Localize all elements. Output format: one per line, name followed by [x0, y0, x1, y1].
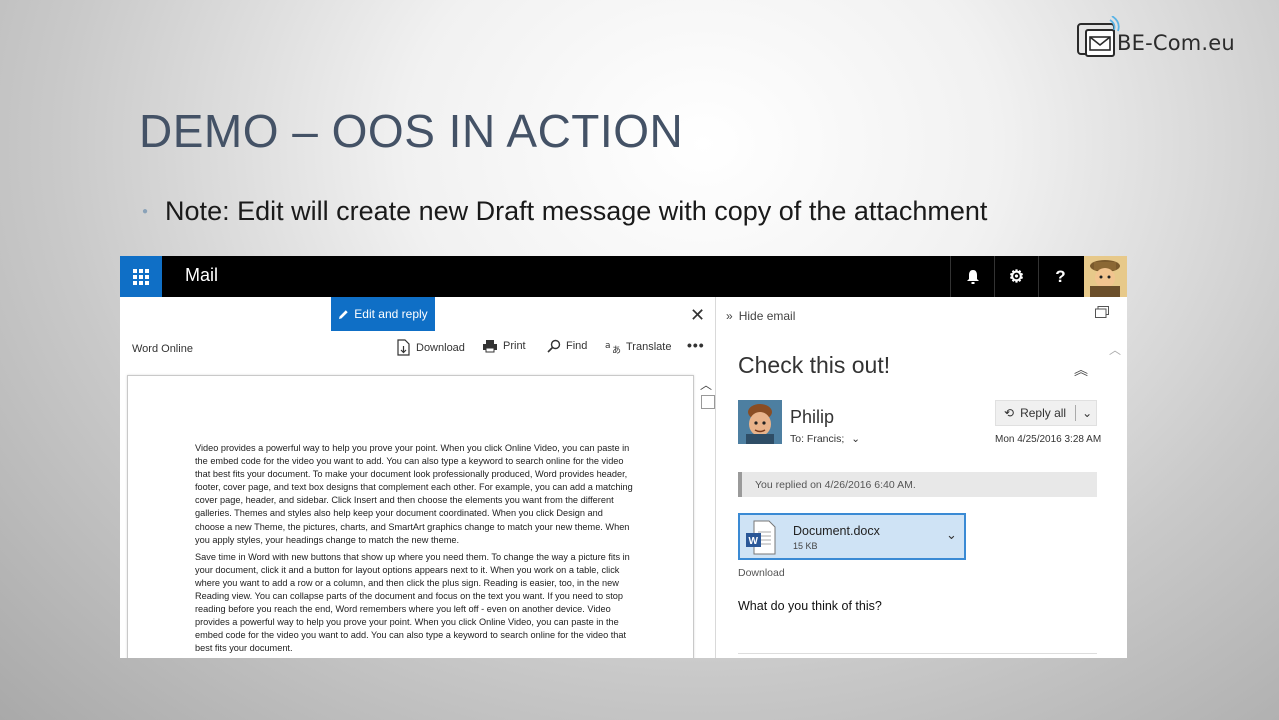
app-launcher-button[interactable] [120, 256, 162, 297]
popout-icon[interactable] [1095, 306, 1109, 318]
word-document-icon: W [746, 520, 776, 555]
attachment-name: Document.docx [793, 524, 880, 538]
email-body: What do you think of this? [738, 599, 882, 613]
reply-all-icon: ⟲ [1004, 406, 1015, 420]
brand-logo-text: BE-Com.eu [1117, 31, 1235, 55]
close-preview-button[interactable]: ✕ [690, 305, 705, 326]
email-subject: Check this out! [738, 352, 891, 378]
replied-notice: You replied on 4/26/2016 6:40 AM. [738, 472, 1097, 497]
recipients-line[interactable]: To: Francis; ⌄ [790, 433, 860, 445]
hide-email-label: Hide email [738, 309, 796, 323]
download-label: Download [416, 341, 465, 354]
find-label: Find [566, 340, 588, 352]
sender-avatar-icon [738, 400, 782, 444]
email-date: Mon 4/25/2016 3:28 AM [995, 434, 1102, 445]
settings-button[interactable]: ⚙ [994, 256, 1038, 297]
sender-name: Philip [790, 407, 835, 427]
document-text: Video provides a powerful way to help yo… [195, 442, 635, 658]
detective-avatar-icon [1084, 256, 1127, 297]
svg-text:W: W [749, 536, 759, 547]
attachment-card[interactable]: W Document.docx 15 KB ⌄ [738, 513, 966, 560]
edit-and-reply-label: Edit and reply [354, 307, 428, 321]
email-reading-pane: » Hide email ︿ Check this out! ︽ Philip … [717, 297, 1127, 658]
document-paragraph-2: Save time in Word with new buttons that … [195, 551, 630, 654]
print-button[interactable]: Print [482, 339, 526, 353]
translate-button[interactable]: a あ Translate [605, 339, 672, 355]
reply-all-label: Reply all [1020, 406, 1067, 420]
double-chevron-up-icon[interactable]: ︽ [1074, 360, 1088, 380]
help-button[interactable]: ? [1038, 256, 1082, 297]
svg-text:a: a [605, 341, 611, 351]
pencil-icon [339, 309, 348, 319]
chevron-up-icon[interactable]: ︿ [1109, 341, 1121, 358]
printer-icon [483, 340, 497, 353]
waffle-icon [133, 268, 149, 285]
scrollbar-thumb[interactable] [701, 395, 715, 409]
chevron-down-icon: ⌄ [851, 433, 860, 445]
recipients-text: To: Francis; [790, 433, 845, 445]
chevron-up-icon[interactable]: ︿ [700, 376, 712, 393]
notifications-button[interactable] [950, 256, 994, 297]
document-preview-pane: Edit and reply ✕ Word Online Download Pr… [120, 297, 716, 658]
slide-bullet-text: Note: Edit will create new Draft message… [165, 196, 988, 226]
reply-all-button[interactable]: ⟲ Reply all ⌄ [995, 400, 1097, 426]
bullet-dot-icon: ● [142, 206, 149, 217]
user-avatar[interactable] [1084, 256, 1127, 297]
word-online-label: Word Online [132, 343, 193, 355]
chevron-down-icon[interactable]: ⌄ [1082, 406, 1092, 420]
find-button[interactable]: Find [547, 339, 587, 353]
app-name: Mail [185, 265, 219, 285]
translate-label: Translate [626, 340, 672, 353]
edit-and-reply-button[interactable]: Edit and reply [331, 297, 435, 331]
attachment-size: 15 KB [793, 541, 818, 551]
reply-divider [1075, 405, 1077, 421]
search-icon [547, 339, 561, 353]
print-label: Print [503, 340, 526, 352]
attachment-download-link[interactable]: Download [738, 567, 785, 579]
outlook-window: Mail ⚙ ? Edit and reply ✕ Word Online Do… [120, 256, 1127, 658]
document-paragraph-1: Video provides a powerful way to help yo… [195, 443, 633, 545]
slide-bullet: ● Note: Edit will create new Draft messa… [142, 196, 987, 227]
bell-icon [966, 269, 979, 284]
slide-title: DEMO – OOS IN ACTION [139, 105, 684, 157]
document-page: Video provides a powerful way to help yo… [127, 375, 694, 658]
chevron-down-icon[interactable]: ⌄ [946, 527, 957, 543]
top-bar: Mail ⚙ ? [120, 256, 1127, 297]
hide-email-button[interactable]: » Hide email [726, 309, 795, 323]
double-chevron-right-icon: » [726, 309, 733, 323]
sender-avatar [738, 400, 782, 444]
svg-text:あ: あ [612, 345, 621, 354]
more-options-button[interactable]: ••• [687, 337, 705, 353]
gear-icon: ⚙ [1008, 266, 1025, 286]
translate-icon: a あ [605, 341, 621, 354]
help-icon: ? [1055, 266, 1066, 286]
download-button[interactable]: Download [396, 339, 465, 356]
download-icon [397, 339, 410, 356]
divider [738, 653, 1097, 654]
